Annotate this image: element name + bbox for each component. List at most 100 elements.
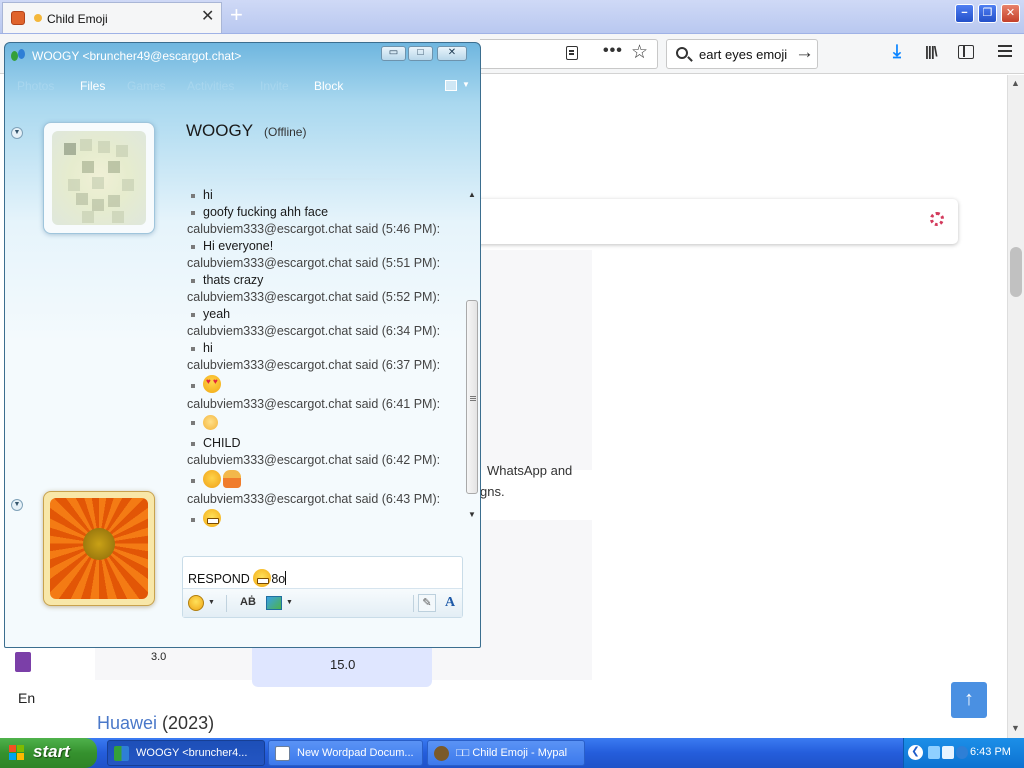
contact-name: WOOGY: [186, 121, 254, 140]
taskbar-item-label: □□ Child Emoji - Mypal: [456, 747, 568, 759]
font-icon[interactable]: A: [445, 595, 455, 611]
conversation-toolbar: Photos Files Games Activities Invite Blo…: [5, 73, 480, 99]
tab-child-emoji[interactable]: Child Emoji ✕: [2, 2, 222, 33]
collapse-contact-icon[interactable]: ▼: [11, 127, 23, 139]
message-input-text[interactable]: RESPOND 8o: [188, 569, 287, 587]
clock[interactable]: 6:43 PM: [970, 746, 1011, 758]
toolbar-games[interactable]: Games: [127, 79, 166, 93]
text-caret: [285, 571, 287, 585]
scroll-down-arrow-icon[interactable]: ▼: [1011, 723, 1020, 733]
history-scroll-thumb[interactable]: [466, 300, 478, 494]
taskbar-item-wordpad[interactable]: New Wordpad Docum...: [268, 740, 423, 766]
search-card[interactable]: [470, 199, 958, 244]
message-line: [191, 470, 241, 488]
bookmark-star-icon[interactable]: ☆: [631, 41, 648, 64]
message-line: CHILD: [191, 436, 241, 450]
search-go-icon[interactable]: →: [795, 42, 814, 64]
network-icon[interactable]: [928, 746, 940, 759]
bullet-icon: [191, 441, 195, 446]
shushing-face-emoji-icon: [203, 470, 221, 488]
history-scrollbar[interactable]: ▲ ▼: [466, 188, 480, 524]
start-button[interactable]: start: [0, 738, 97, 768]
chat-close-button[interactable]: ✕: [437, 46, 467, 61]
toolbar-invite[interactable]: Invite: [260, 79, 289, 93]
page-scrollbar[interactable]: ▲ ▼: [1007, 75, 1024, 738]
contact-avatar[interactable]: [43, 122, 155, 234]
chevron-down-icon[interactable]: ▼: [208, 599, 215, 606]
mypal-icon: [434, 746, 449, 761]
heart-eyes-emoji-icon: [203, 375, 221, 393]
version-value-small: 3.0: [151, 651, 167, 663]
person-emoji-icon: [223, 470, 241, 488]
page-scroll-thumb[interactable]: [1010, 247, 1022, 297]
download-icon[interactable]: ⤓: [893, 41, 901, 62]
grip-icon: [470, 396, 476, 397]
toolbar-activities[interactable]: Activities: [187, 79, 234, 93]
show-hidden-icons-icon[interactable]: ❮: [908, 745, 923, 760]
toolbar-block[interactable]: Block: [314, 79, 343, 93]
message-line: hi: [191, 188, 213, 202]
bullet-icon: [191, 517, 195, 522]
scroll-to-top-button[interactable]: ↑: [951, 682, 987, 718]
bullet-icon: [191, 278, 195, 283]
message-header: calubviem333@escargot.chat said (6:34 PM…: [187, 324, 441, 338]
message-line: yeah: [191, 307, 230, 321]
system-tray: ❮ 6:43 PM: [903, 738, 1024, 768]
bullet-icon: [191, 346, 195, 351]
sidebar-toggle-icon[interactable]: [958, 45, 974, 59]
chat-minimize-button[interactable]: ▭: [381, 46, 406, 61]
start-label: start: [33, 742, 70, 761]
send-image-icon[interactable]: [266, 596, 282, 610]
volume-icon[interactable]: [942, 746, 954, 759]
messenger-logo-icon: [11, 49, 27, 63]
chat-maximize-button[interactable]: □: [408, 46, 433, 61]
hamburger-menu-icon[interactable]: [998, 45, 1012, 47]
grimacing-face-emoji-icon: [203, 509, 221, 527]
taskbar-item-label: WOOGY <bruncher4...: [136, 747, 248, 759]
toolbar-options-icon[interactable]: [445, 80, 457, 91]
library-icon[interactable]: |||\: [925, 43, 938, 59]
message-header: calubviem333@escargot.chat said (5:51 PM…: [187, 256, 441, 270]
heading-year: (2023): [162, 713, 215, 733]
language-label[interactable]: En: [18, 690, 35, 706]
conversation-titlebar[interactable]: WOOGY <bruncher49@escargot.chat> ▭ □ ✕: [5, 43, 480, 69]
emoticon-picker-icon[interactable]: [188, 595, 204, 611]
page-actions-icon[interactable]: •••: [603, 42, 623, 60]
spell-check-icon[interactable]: AḂ: [240, 596, 256, 608]
new-tab-button[interactable]: +: [230, 3, 243, 27]
browser-restore-button[interactable]: ❐: [978, 4, 997, 23]
browser-minimize-button[interactable]: −: [955, 4, 974, 23]
user-avatar[interactable]: [43, 491, 155, 606]
search-input[interactable]: eart eyes emoji: [699, 47, 787, 62]
tab-close-icon[interactable]: ✕: [201, 8, 214, 26]
taskbar-item-woogy[interactable]: WOOGY <bruncher4...: [107, 740, 265, 766]
brand-link[interactable]: Huawei: [97, 713, 157, 733]
toolbar-photos[interactable]: Photos: [17, 79, 54, 93]
message-header: calubviem333@escargot.chat said (6:42 PM…: [187, 453, 441, 467]
search-box[interactable]: eart eyes emoji →: [666, 39, 818, 69]
taskbar: start WOOGY <bruncher4... New Wordpad Do…: [0, 738, 1024, 768]
conversation-window: WOOGY <bruncher49@escargot.chat> ▭ □ ✕ P…: [4, 42, 481, 648]
page-text-line: WhatsApp and: [487, 463, 573, 478]
reader-view-icon[interactable]: [566, 46, 578, 60]
chevron-down-icon[interactable]: ▼: [286, 599, 293, 606]
chevron-down-icon[interactable]: ▼: [462, 80, 470, 89]
taskbar-item-label: New Wordpad Docum...: [297, 747, 414, 759]
collapse-self-icon[interactable]: ▼: [11, 499, 23, 511]
toolbar-files[interactable]: Files: [80, 79, 105, 93]
settings-flower-icon[interactable]: [930, 212, 944, 226]
messenger-tray-icon[interactable]: [956, 746, 968, 759]
scroll-up-arrow-icon[interactable]: ▲: [1011, 78, 1020, 88]
browser-close-button[interactable]: ✕: [1001, 4, 1020, 23]
message-input[interactable]: RESPOND 8o ▼ AḂ ▼ ✎ A: [182, 556, 463, 618]
contact-status: (Offline): [264, 125, 307, 139]
handwriting-icon[interactable]: ✎: [418, 594, 436, 612]
bullet-icon: [191, 244, 195, 249]
scroll-end-icon[interactable]: ▼: [468, 510, 476, 519]
message-history[interactable]: hi goofy fucking ahh face calubviem333@e…: [181, 186, 463, 534]
bullet-icon: [191, 478, 195, 483]
tab-favicon-icon: [34, 14, 42, 22]
input-toolbar: ▼ AḂ ▼ ✎ A: [183, 588, 462, 617]
taskbar-item-mypal[interactable]: □□ Child Emoji - Mypal: [427, 740, 585, 766]
scroll-up-arrow-icon[interactable]: ▲: [468, 190, 476, 199]
